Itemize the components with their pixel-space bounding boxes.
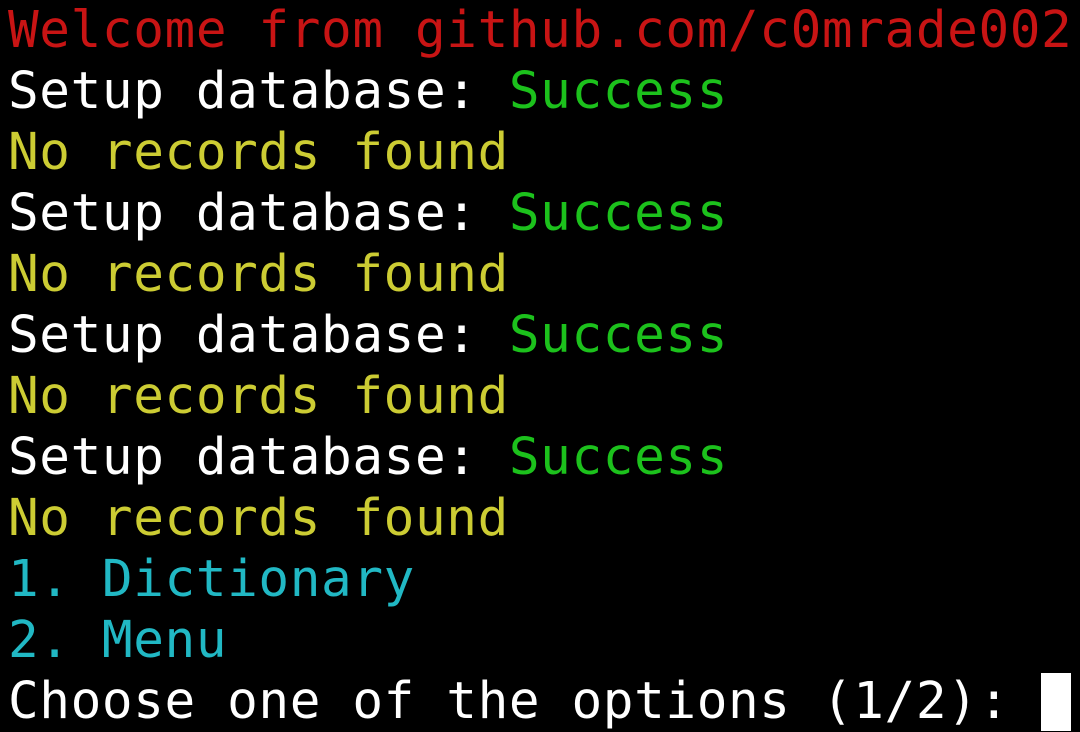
setup-status: Success <box>508 62 729 121</box>
setup-status: Success <box>508 306 729 365</box>
setup-label: Setup database: <box>8 62 509 121</box>
setup-status: Success <box>508 184 729 243</box>
welcome-message: Welcome from github.com/c0mrade002 <box>8 1 1073 60</box>
setup-line-2: Setup database: Success <box>8 183 1080 244</box>
prompt-line[interactable]: Choose one of the options (1/2): <box>8 671 1080 732</box>
prompt-text: Choose one of the options (1/2): <box>8 672 1042 731</box>
setup-label: Setup database: <box>8 184 509 243</box>
setup-status: Success <box>508 428 729 487</box>
no-records-line-4: No records found <box>8 489 509 548</box>
setup-label: Setup database: <box>8 306 509 365</box>
menu-option-menu: 2. Menu <box>8 611 228 670</box>
no-records-line-3: No records found <box>8 367 509 426</box>
setup-label: Setup database: <box>8 428 509 487</box>
text-cursor[interactable] <box>1041 673 1072 731</box>
menu-option-dictionary: 1. Dictionary <box>8 550 415 609</box>
setup-line-3: Setup database: Success <box>8 305 1080 366</box>
no-records-line-2: No records found <box>8 245 509 304</box>
setup-line-4: Setup database: Success <box>8 427 1080 488</box>
no-records-line-1: No records found <box>8 123 509 182</box>
setup-line-1: Setup database: Success <box>8 61 1080 122</box>
terminal-window[interactable]: Welcome from github.com/c0mrade002 Setup… <box>0 0 1080 732</box>
